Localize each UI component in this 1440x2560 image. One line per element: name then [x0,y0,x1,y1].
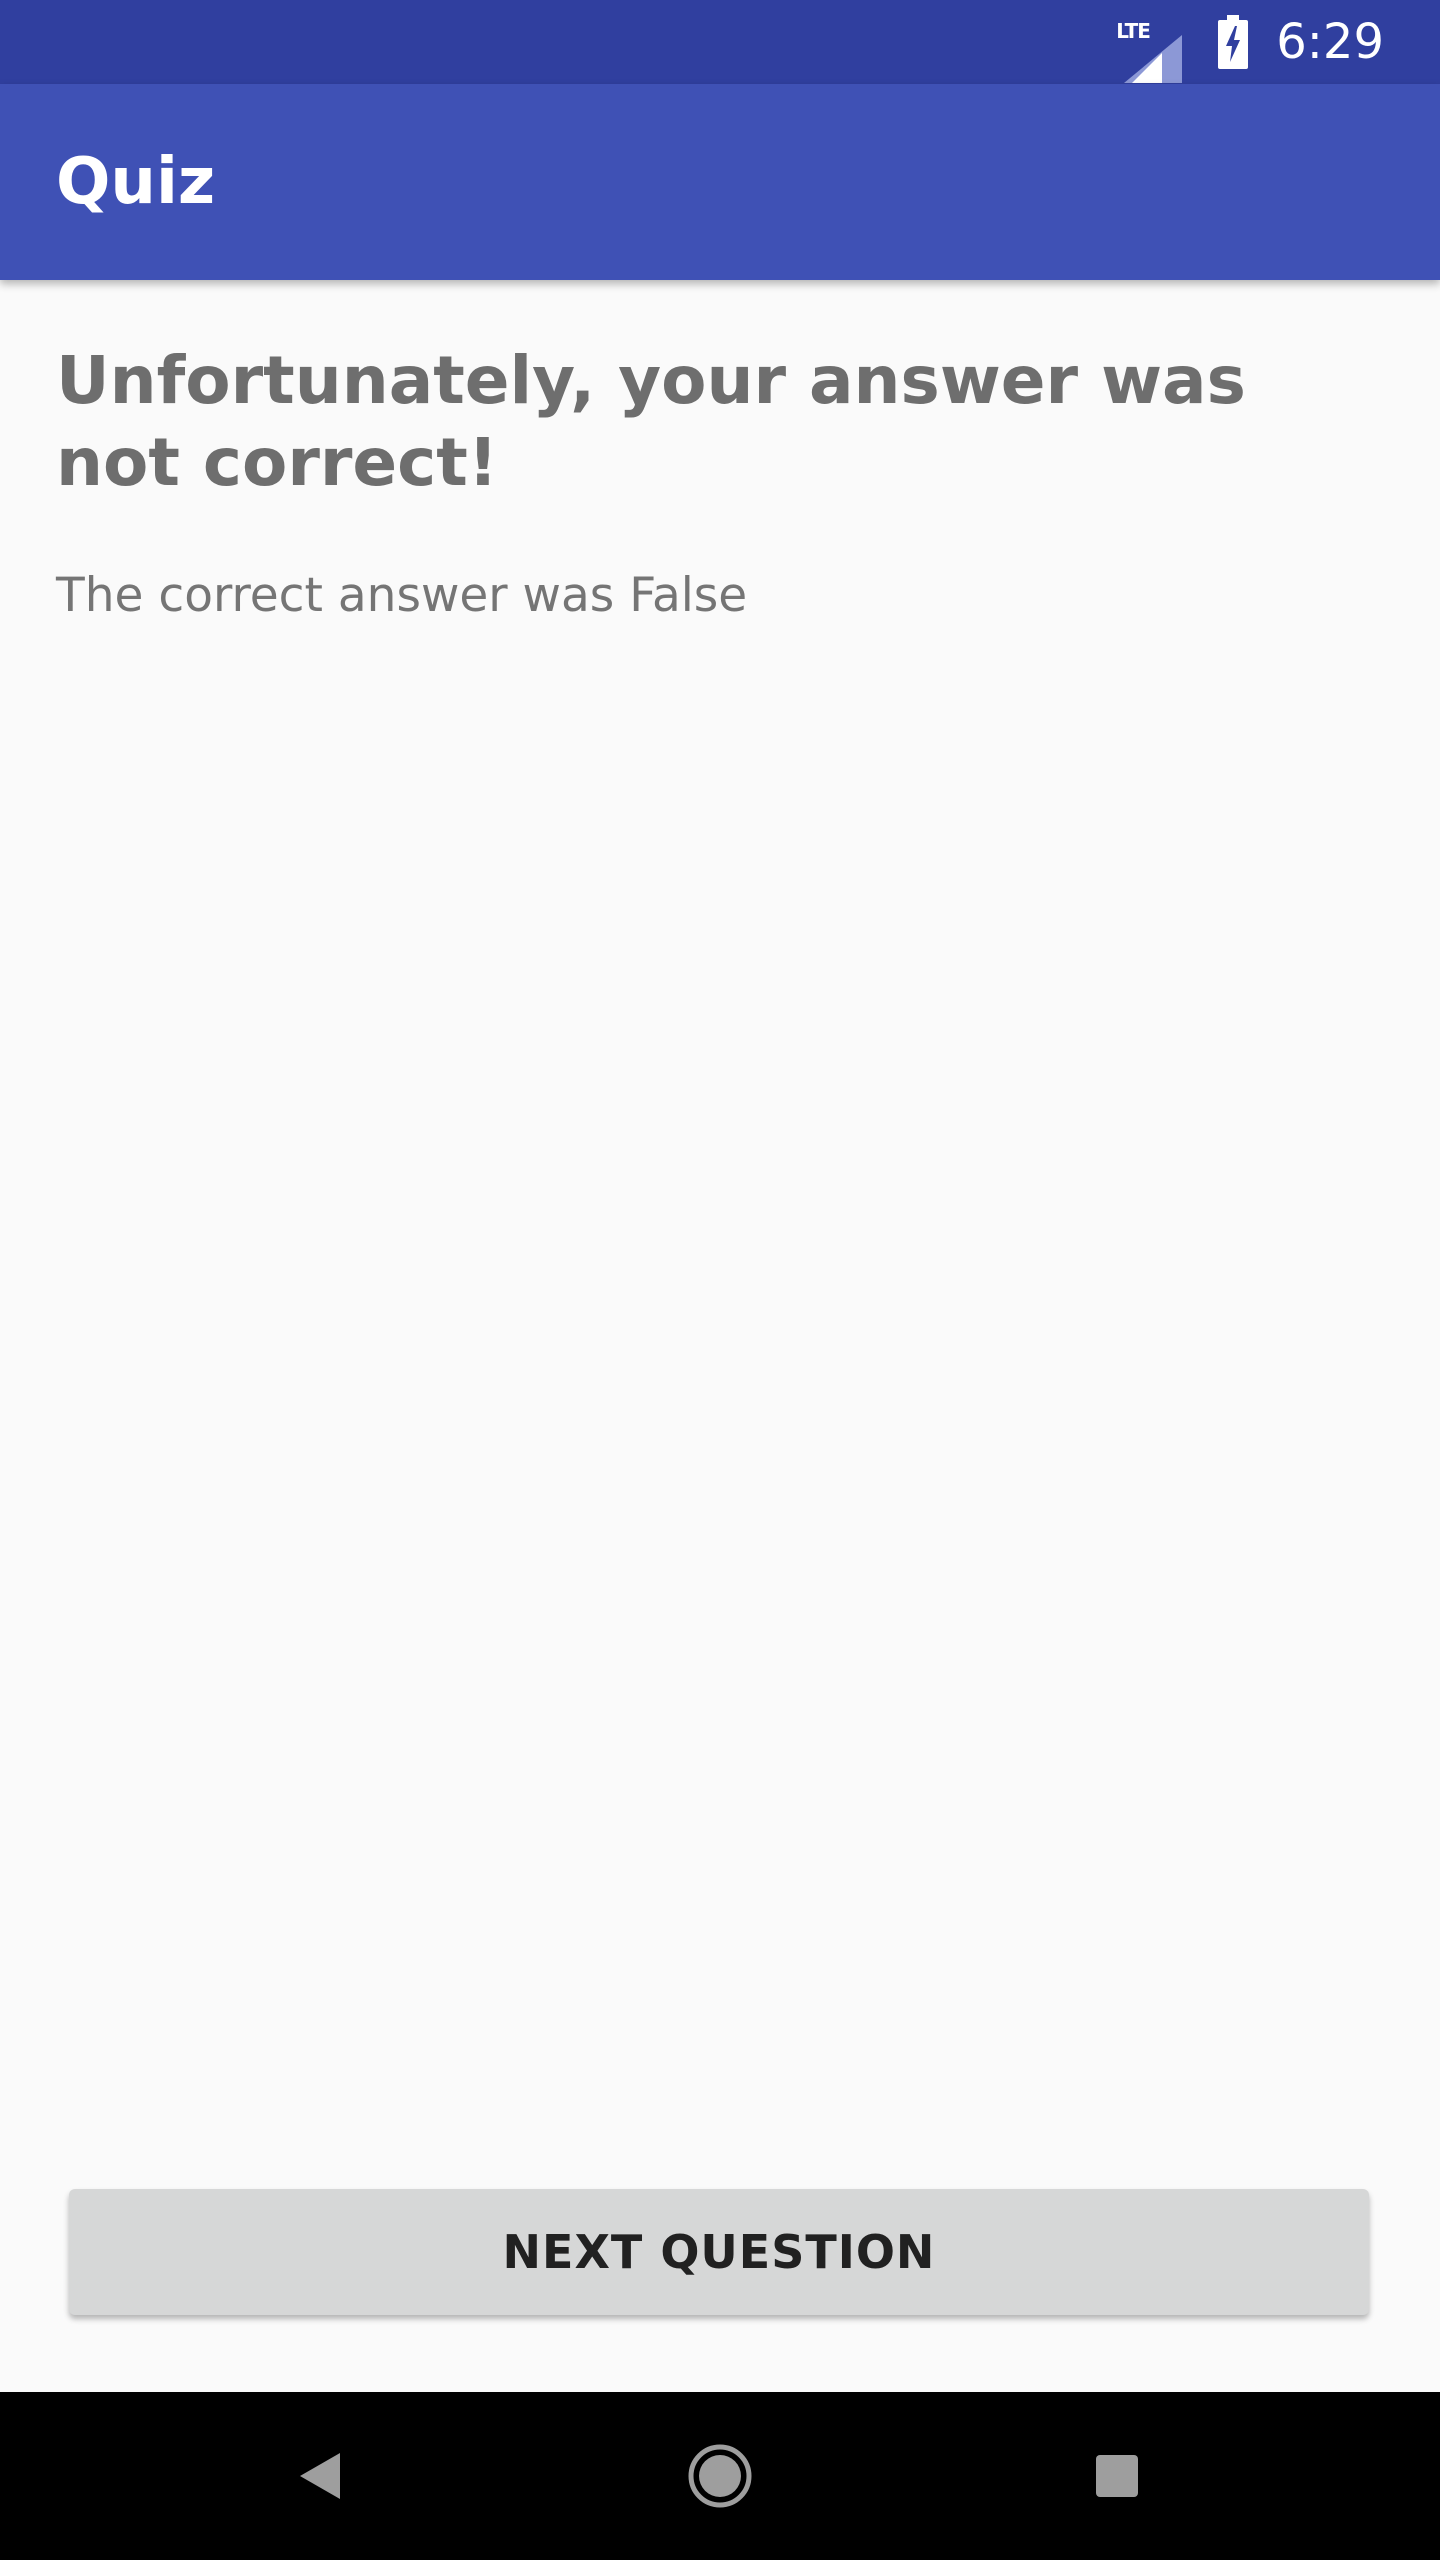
battery-charging-icon [1218,15,1248,69]
next-question-label: NEXT QUESTION [503,2225,936,2279]
result-content: Unfortunately, your answer was not corre… [56,280,1376,626]
home-icon [687,2443,753,2509]
next-question-button[interactable]: NEXT QUESTION [69,2189,1369,2315]
lte-signal-indicator: LTE [1116,15,1182,69]
status-icons: LTE 6:29 [1116,0,1384,84]
nav-home-button[interactable] [640,2392,800,2560]
nav-recents-button[interactable] [1037,2392,1197,2560]
system-navigation-bar [0,2392,1440,2560]
signal-icon [1124,35,1182,83]
recents-icon [1095,2454,1139,2498]
app-bar: Quiz [0,84,1440,280]
nav-back-button[interactable] [240,2392,400,2560]
back-icon [298,2451,342,2501]
status-bar: LTE 6:29 [0,0,1440,84]
correct-answer-text: The correct answer was False [56,566,1376,626]
clock-time: 6:29 [1276,0,1384,84]
app-title: Quiz [56,84,215,280]
result-heading: Unfortunately, your answer was not corre… [56,340,1256,504]
